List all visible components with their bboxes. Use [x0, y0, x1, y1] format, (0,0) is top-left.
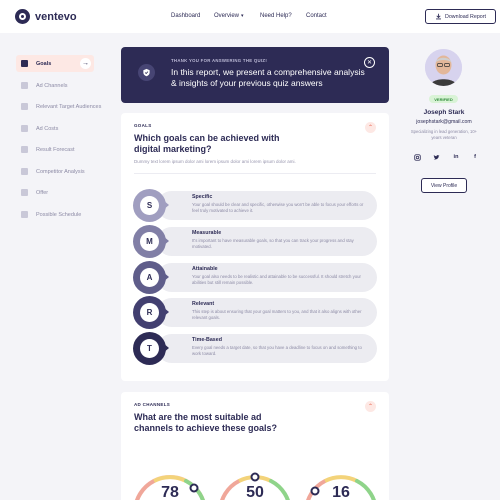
download-report-label: Download Report: [445, 13, 486, 20]
section-title: What are the most suitable ad channels t…: [134, 412, 278, 433]
download-report-button[interactable]: Download Report: [425, 9, 496, 24]
calendar-icon: [21, 211, 28, 218]
avatar[interactable]: [425, 49, 462, 86]
smart-description: Your goal also needs to be realistic and…: [192, 274, 361, 285]
letter-badge: S: [133, 189, 166, 222]
wallet-icon: [21, 125, 28, 132]
compare-icon: [21, 168, 28, 175]
chevron-up-icon[interactable]: ⌃: [365, 401, 376, 412]
nav-contact[interactable]: Contact: [306, 13, 327, 19]
letter-badge: A: [133, 261, 166, 294]
smart-title: Specific: [192, 194, 213, 200]
nav-help[interactable]: Need Help?: [260, 13, 292, 19]
nav-overview-label: Overview: [214, 13, 240, 19]
smart-description: Every goal needs a target date, so that …: [192, 345, 362, 356]
sidebar-item-target-audiences[interactable]: Relevant Target Audiences: [16, 98, 116, 115]
sidebar-item-goals[interactable]: Goals →: [16, 55, 94, 72]
sidebar-item-ad-costs[interactable]: Ad Costs: [16, 120, 94, 137]
users-icon: [21, 103, 28, 110]
target-icon: [21, 60, 28, 67]
letter-r: R: [140, 303, 159, 322]
chevron-down-icon: ▾: [241, 13, 244, 19]
facebook-icon[interactable]: f: [471, 153, 479, 161]
smart-title: Relevant: [192, 301, 215, 307]
linkedin-icon[interactable]: in: [452, 153, 460, 161]
smart-title: Measurable: [192, 230, 222, 236]
sidebar-item-label: Offer: [36, 189, 49, 196]
sidebar-item-label: Competitor Analysis: [36, 168, 85, 175]
sidebar-item-label: Ad Costs: [36, 125, 59, 132]
sidebar-item-label: Result Forecast: [36, 146, 75, 153]
section-kicker: GOALS: [134, 123, 152, 128]
gauge-2: 50: [215, 464, 295, 500]
twitter-icon[interactable]: [432, 153, 440, 161]
letter-badge: T: [133, 332, 166, 365]
gauge-3: 16: [301, 464, 381, 500]
smart-row-attainable: A Attainable Your goal also needs to be …: [133, 261, 377, 294]
smart-row-time-based: T Time-Based Every goal needs a target d…: [133, 332, 377, 365]
brand-name: ventevo: [35, 10, 77, 23]
sidebar-item-competitor-analysis[interactable]: Competitor Analysis: [16, 163, 106, 180]
view-profile-button[interactable]: View Profile: [421, 178, 467, 193]
section-description: Dummy text lorem ipsum dolor ami lorem i…: [134, 159, 296, 164]
profile-bio: Specializing in lead generation, 10+ yea…: [410, 129, 478, 140]
gauge-value: 16: [332, 484, 350, 500]
arrow-right-icon: →: [80, 58, 91, 69]
gauge-value: 78: [161, 484, 179, 500]
close-icon[interactable]: ✕: [364, 57, 375, 68]
letter-a: A: [140, 268, 159, 287]
smart-description: Your goal should be clear and specific, …: [192, 202, 364, 213]
quiz-thanks-banner: THANK YOU FOR ANSWERING THE QUIZ! In thi…: [121, 47, 389, 103]
gauge-1: 78: [130, 464, 210, 500]
smart-description: This step is about ensuring that your go…: [192, 309, 362, 320]
gauge-value: 50: [246, 484, 264, 500]
shield-icon: [138, 64, 155, 81]
tag-icon: [21, 189, 28, 196]
letter-badge: M: [133, 225, 166, 258]
smart-description: It's important to have measurable goals,…: [192, 238, 354, 249]
instagram-icon[interactable]: [413, 153, 421, 161]
smart-row-relevant: R Relevant This step is about ensuring t…: [133, 296, 377, 329]
nav-dashboard[interactable]: Dashboard: [171, 13, 200, 19]
sidebar-item-label: Relevant Target Audiences: [36, 103, 102, 110]
smart-row-specific: S Specific Your goal should be clear and…: [133, 189, 377, 222]
letter-s: S: [140, 196, 159, 215]
sidebar-item-label: Ad Channels: [36, 82, 68, 89]
sidebar-item-possible-schedule[interactable]: Possible Schedule: [16, 206, 94, 223]
sidebar-item-label: Possible Schedule: [36, 211, 82, 218]
chevron-up-icon[interactable]: ⌃: [365, 122, 376, 133]
letter-badge: R: [133, 296, 166, 329]
letter-t: T: [140, 339, 159, 358]
gauge-knob: [250, 472, 260, 482]
banner-kicker: THANK YOU FOR ANSWERING THE QUIZ!: [171, 58, 268, 63]
sidebar-item-offer[interactable]: Offer: [16, 184, 94, 201]
nav-overview[interactable]: Overview ▾: [214, 13, 244, 19]
top-navigation-bar: ventevo Dashboard Overview ▾ Need Help? C…: [0, 0, 500, 33]
megaphone-icon: [21, 82, 28, 89]
smart-title: Attainable: [192, 266, 218, 272]
chart-icon: [21, 146, 28, 153]
divider: [134, 173, 376, 174]
smart-title: Time-Based: [192, 337, 222, 343]
profile-email[interactable]: josephstark@gmail.com: [400, 119, 488, 125]
profile-name: Joseph Stark: [423, 109, 465, 116]
smart-row-measurable: M Measurable It's important to have meas…: [133, 225, 377, 258]
sidebar-item-result-forecast[interactable]: Result Forecast: [16, 141, 94, 158]
section-title: Which goals can be achieved with digital…: [134, 133, 280, 154]
brand-logo[interactable]: ventevo: [15, 9, 77, 24]
avatar-image: [425, 49, 462, 86]
sidebar-item-label: Goals: [36, 60, 52, 67]
logo-icon: [15, 9, 30, 24]
sidebar-item-ad-channels[interactable]: Ad Channels: [16, 77, 94, 94]
download-icon: [436, 13, 441, 20]
letter-m: M: [140, 232, 159, 251]
verified-badge: VERIFIED: [429, 95, 458, 103]
section-kicker: AD CHANNELS: [134, 402, 171, 407]
banner-title: In this report, we present a comprehensi…: [171, 67, 365, 88]
